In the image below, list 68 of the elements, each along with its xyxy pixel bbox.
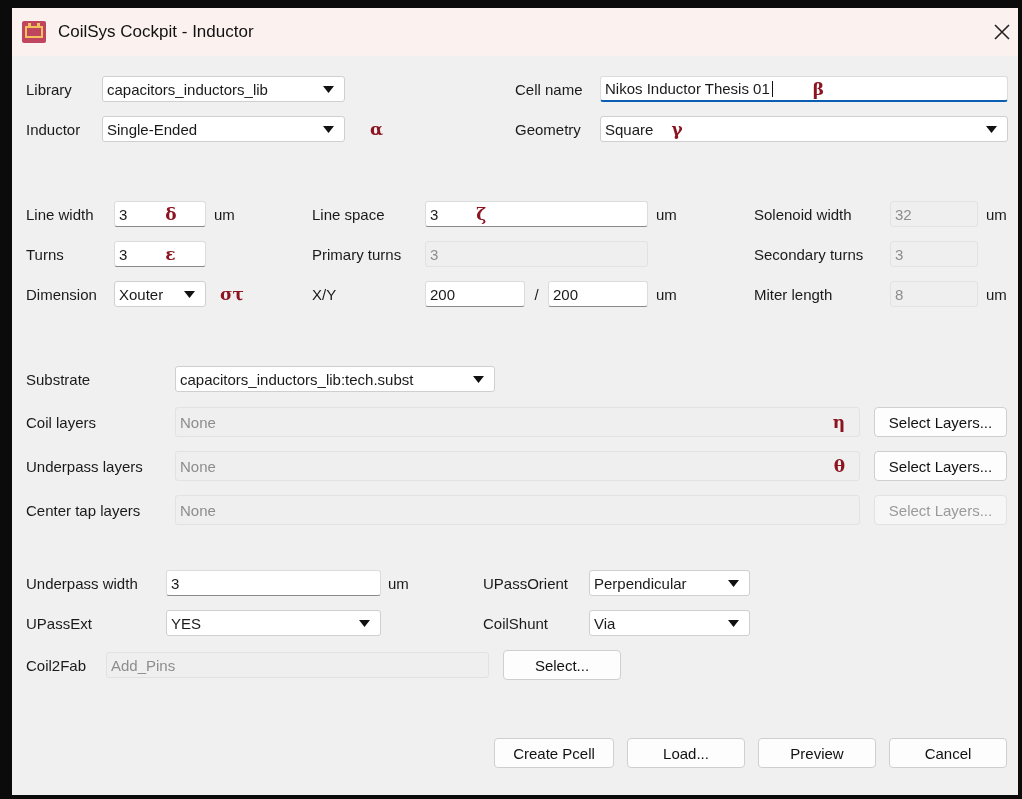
dropdown[interactable]: Via <box>589 610 750 636</box>
annotation-label: δ <box>165 204 177 224</box>
field-label: Line space <box>312 205 386 223</box>
caret-icon <box>184 290 195 298</box>
annotation-label: ε <box>165 244 176 264</box>
unit-label: um <box>387 574 410 592</box>
caret-icon <box>728 579 739 587</box>
field-label: Library <box>26 80 73 98</box>
window-title: CoilSys Cockpit - Inductor <box>58 22 255 42</box>
annotation-label: β <box>812 78 825 99</box>
annotation-label: η <box>832 412 845 432</box>
field-label: Line width <box>26 205 95 223</box>
input-field[interactable]: 200 <box>548 281 648 307</box>
field-label: Miter length <box>754 285 834 303</box>
input-field[interactable]: 3 ζ <box>425 201 648 227</box>
dropdown[interactable]: Single-Ended <box>102 116 345 142</box>
input-field[interactable]: 3 <box>166 570 381 596</box>
annotation-label: στ <box>220 284 244 304</box>
annotation-label: θ <box>833 456 845 476</box>
field-label: CoilShunt <box>483 614 550 632</box>
dialog-button[interactable]: Create Pcell <box>494 738 614 768</box>
field-label: X/Y <box>312 285 338 303</box>
input-field[interactable]: 3 δ <box>114 201 206 227</box>
separator-label: / <box>533 285 540 303</box>
unit-label: um <box>655 285 678 303</box>
caret-icon <box>359 619 370 627</box>
dropdown[interactable]: Xouter <box>114 281 206 307</box>
dropdown[interactable]: YES <box>166 610 381 636</box>
field-label: Coil2Fab <box>26 656 87 674</box>
field-label: Underpass width <box>26 574 139 592</box>
unit-label: um <box>655 205 678 223</box>
field-label: Primary turns <box>312 245 403 263</box>
input-field[interactable]: 200 <box>425 281 525 307</box>
caret-icon <box>323 125 334 133</box>
dialog-button[interactable]: Load... <box>627 738 745 768</box>
annotation-label: α <box>370 119 384 139</box>
field-label: UPassOrient <box>483 574 570 592</box>
field-label: Dimension <box>26 285 98 303</box>
caret-icon <box>473 375 484 383</box>
caret-icon <box>728 619 739 627</box>
unit-label: um <box>213 205 236 223</box>
field-label: Center tap layers <box>26 501 141 519</box>
input-field[interactable]: 3 ε <box>114 241 206 267</box>
field-label: Geometry <box>515 120 582 138</box>
unit-label: um <box>985 285 1008 303</box>
caret-icon <box>986 125 997 133</box>
app-icon <box>22 21 46 43</box>
field-label: Turns <box>26 245 65 263</box>
dropdown[interactable]: capacitors_inductors_lib <box>102 76 345 102</box>
field-label: Substrate <box>26 370 91 388</box>
annotation-label: ζ <box>476 204 487 224</box>
field-label: Solenoid width <box>754 205 853 223</box>
field-label: UPassExt <box>26 614 93 632</box>
dropdown[interactable]: Square γ <box>600 116 1008 142</box>
annotation-label: γ <box>671 119 683 139</box>
caret-icon <box>323 85 334 93</box>
unit-label: um <box>985 205 1008 223</box>
dropdown[interactable]: capacitors_inductors_lib:tech.subst <box>175 366 495 392</box>
dialog-button[interactable]: Cancel <box>889 738 1007 768</box>
field-label: Coil layers <box>26 413 97 431</box>
close-icon[interactable] <box>994 24 1010 40</box>
dialog-button[interactable]: Preview <box>758 738 876 768</box>
field-label: Cell name <box>515 80 584 98</box>
field-label: Secondary turns <box>754 245 865 263</box>
field-label: Underpass layers <box>26 457 143 475</box>
input-field[interactable]: Nikos Inductor Thesis 01 β <box>600 76 1008 102</box>
dropdown[interactable]: Perpendicular <box>589 570 750 596</box>
field-label: Inductor <box>26 120 82 138</box>
